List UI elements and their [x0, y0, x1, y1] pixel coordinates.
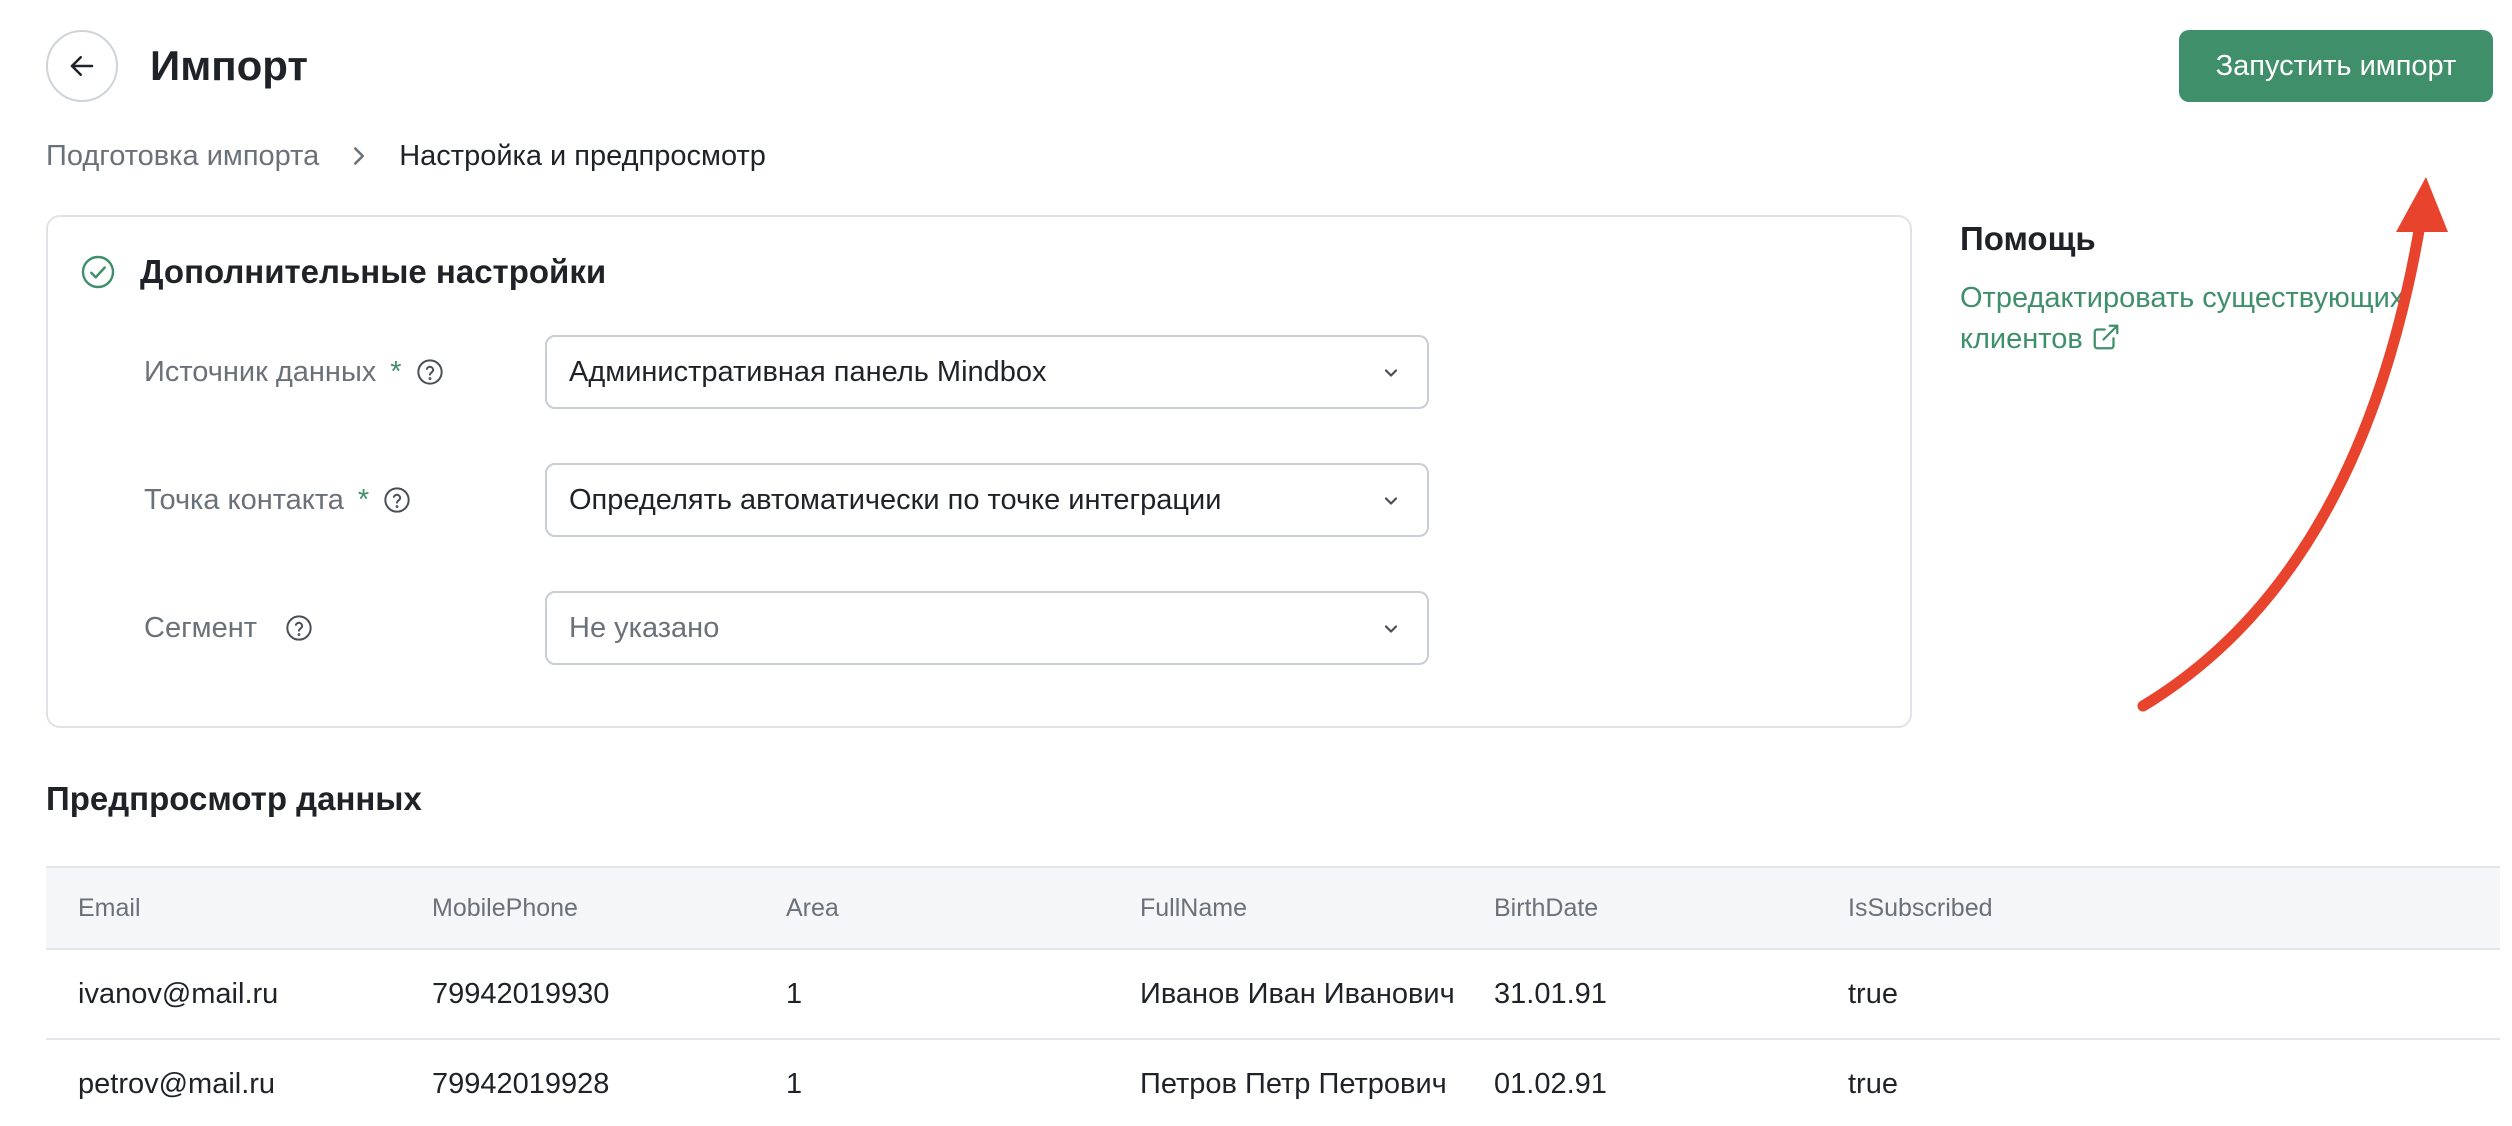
field-contact-point: Точка контакта *	[144, 463, 411, 537]
chevron-down-icon	[1384, 369, 1398, 377]
table-cell: 79942019928	[432, 1067, 610, 1100]
table-header: Email MobilePhone Area FullName BirthDat…	[46, 866, 2500, 950]
back-button[interactable]	[46, 30, 118, 102]
table-cell: true	[1848, 1067, 1898, 1100]
help-title: Помощь	[1960, 220, 2096, 257]
required-marker: *	[390, 355, 402, 388]
table-cell: Иванов Иван Иванович	[1140, 977, 1455, 1010]
question-circle-icon[interactable]	[416, 358, 444, 386]
field-label: Сегмент	[144, 611, 258, 644]
column-header: FullName	[1140, 893, 1247, 922]
column-header: Area	[786, 893, 839, 922]
breadcrumb-step-prepare[interactable]: Подготовка импорта	[46, 136, 319, 176]
field-label: Источник данных	[144, 355, 377, 388]
select-value: Не указано	[569, 611, 720, 644]
table-cell: ivanov@mail.ru	[78, 977, 279, 1010]
table-cell: true	[1848, 977, 1898, 1010]
breadcrumb: Подготовка импорта Настройка и предпросм…	[46, 136, 766, 176]
preview-title: Предпросмотр данных	[46, 780, 422, 817]
select-value: Определять автоматически по точке интегр…	[569, 483, 1222, 516]
question-circle-icon[interactable]	[383, 486, 411, 514]
field-label: Точка контакта	[144, 483, 344, 516]
column-header: MobilePhone	[432, 893, 578, 922]
table-row: petrov@mail.ru 79942019928 1 Петров Петр…	[46, 1040, 2500, 1126]
table-cell: Петров Петр Петрович	[1140, 1067, 1447, 1100]
table-cell: 1	[786, 977, 803, 1010]
table-row: ivanov@mail.ru 79942019930 1 Иванов Иван…	[46, 950, 2500, 1040]
question-circle-icon[interactable]	[285, 614, 313, 642]
field-segment: Сегмент	[144, 591, 313, 665]
table-cell: 01.02.91	[1494, 1067, 1607, 1100]
additional-settings-card: Дополнительные настройки Источник данных…	[46, 215, 1912, 728]
field-data-source: Источник данных *	[144, 335, 444, 409]
breadcrumb-step-current: Настройка и предпросмотр	[399, 140, 766, 172]
preview-table: Email MobilePhone Area FullName BirthDat…	[46, 866, 2500, 1126]
column-header: BirthDate	[1494, 893, 1599, 922]
data-source-select[interactable]: Административная панель Mindbox	[545, 335, 1429, 409]
import-page: Импорт Запустить импорт Подготовка импор…	[0, 0, 2512, 1126]
check-circle-icon	[81, 255, 115, 289]
table-cell: 31.01.91	[1494, 977, 1607, 1010]
column-header: Email	[78, 893, 141, 922]
chevron-right-icon	[351, 146, 367, 166]
segment-select[interactable]: Не указано	[545, 591, 1429, 665]
edit-existing-clients-link[interactable]: Отредактировать существующих клиентов	[1960, 278, 2480, 364]
column-header: IsSubscribed	[1848, 893, 1993, 922]
external-link-icon	[2091, 322, 2121, 364]
help-link-text: Отредактировать существующих клиентов	[1960, 282, 2405, 355]
chevron-down-icon	[1384, 497, 1398, 505]
card-title: Дополнительные настройки	[140, 253, 607, 290]
contact-point-select[interactable]: Определять автоматически по точке интегр…	[545, 463, 1429, 537]
required-marker: *	[357, 483, 370, 516]
run-import-button[interactable]: Запустить импорт	[2179, 30, 2493, 102]
table-cell: 79942019930	[432, 977, 610, 1010]
arrow-left-icon	[70, 56, 94, 76]
select-value: Административная панель Mindbox	[569, 355, 1047, 388]
table-cell: 1	[786, 1067, 803, 1100]
chevron-down-icon	[1384, 625, 1398, 633]
card-header: Дополнительные настройки	[80, 253, 606, 291]
page-title: Импорт	[150, 42, 308, 89]
table-cell: petrov@mail.ru	[78, 1067, 276, 1100]
